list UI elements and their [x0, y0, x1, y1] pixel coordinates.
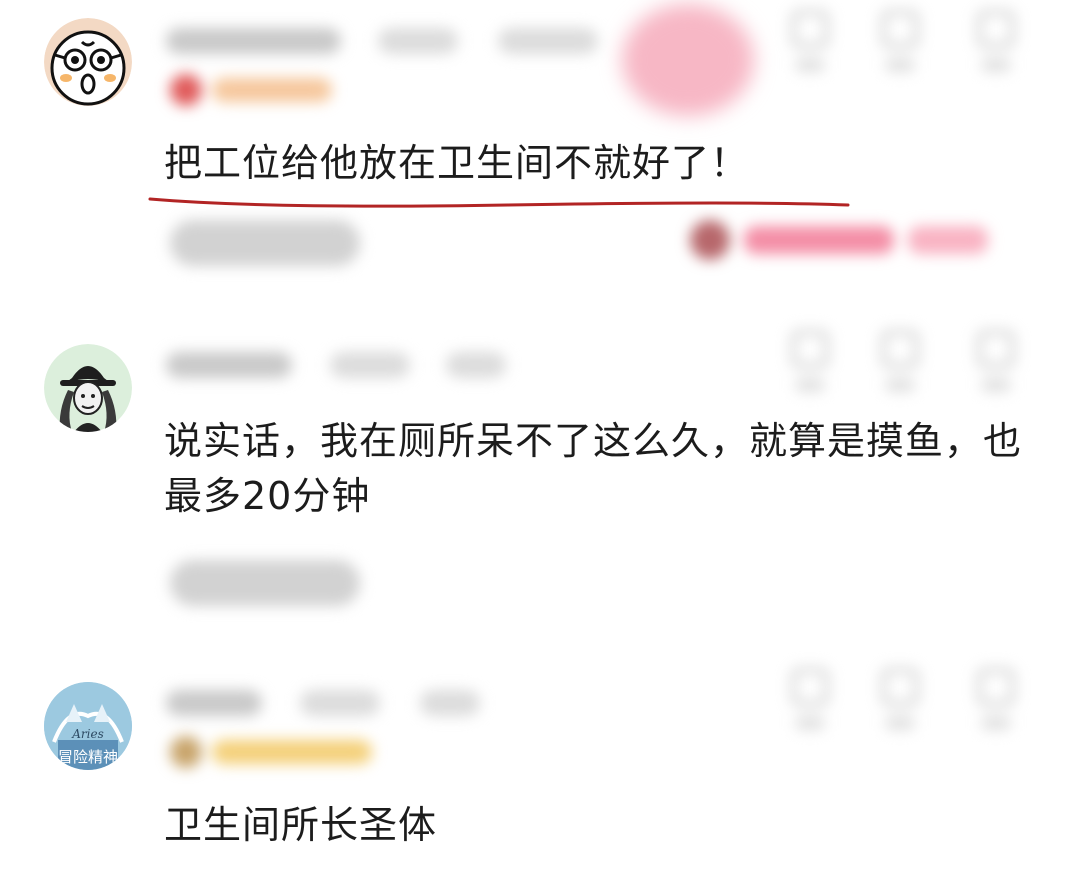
avatar-text-bottom: 冒险精神 — [58, 748, 118, 766]
comment-3: Aries 冒险精神 卫生间所长圣体 — [0, 0, 1080, 873]
avatar[interactable]: Aries 冒险精神 — [44, 682, 132, 770]
like-action[interactable] — [780, 668, 840, 730]
user-badge-blurred — [170, 736, 372, 768]
share-action[interactable] — [966, 668, 1026, 730]
comment-action[interactable] — [870, 668, 930, 730]
avatar-text-top: Aries — [71, 727, 104, 741]
aries-avatar-icon: Aries 冒险精神 — [44, 682, 132, 770]
comment-text: 卫生间所长圣体 — [164, 803, 438, 847]
